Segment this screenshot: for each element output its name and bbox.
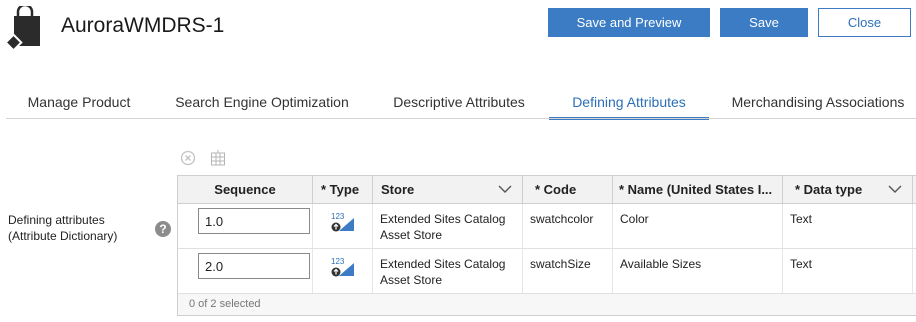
column-header-name[interactable]: * Name (United States I...	[613, 176, 783, 203]
chevron-down-icon[interactable]	[498, 182, 512, 196]
column-header-store[interactable]: Store	[373, 176, 523, 203]
field-label-line2: (Attribute Dictionary)	[8, 229, 118, 243]
svg-text:123: 123	[331, 257, 345, 266]
numeric-type-icon: 123	[331, 257, 354, 277]
column-header-data-type[interactable]: * Data type	[783, 176, 913, 203]
selection-status: 0 of 2 selected	[189, 298, 261, 310]
save-button[interactable]: Save	[720, 8, 808, 37]
chevron-down-icon[interactable]	[888, 182, 902, 196]
store-name-line2: Asset Store	[380, 273, 443, 287]
sequence-cell	[178, 204, 313, 248]
column-header-code[interactable]: * Code	[523, 176, 613, 203]
tab-divider	[6, 118, 916, 119]
column-header-data-type-label: * Data type	[795, 182, 863, 197]
tab-search-engine-optimization[interactable]: Search Engine Optimization	[162, 84, 362, 119]
sequence-input[interactable]	[198, 253, 310, 279]
column-header-sequence[interactable]: Sequence	[178, 176, 313, 203]
store-name-line1: Extended Sites Catalog	[380, 257, 506, 271]
svg-text:123: 123	[331, 212, 345, 221]
type-cell: 123	[313, 249, 373, 293]
grid-footer: 0 of 2 selected	[178, 294, 916, 315]
save-and-preview-button[interactable]: Save and Preview	[548, 8, 710, 37]
tab-descriptive-attributes[interactable]: Descriptive Attributes	[378, 84, 540, 119]
store-bag-logo-icon	[6, 6, 40, 52]
store-name-line1: Extended Sites Catalog	[380, 212, 506, 226]
delete-icon[interactable]	[180, 150, 196, 166]
store-cell: Extended Sites Catalog Asset Store	[373, 249, 523, 293]
type-cell: 123	[313, 204, 373, 248]
code-cell: swatchcolor	[523, 204, 613, 248]
store-cell: Extended Sites Catalog Asset Store	[373, 204, 523, 248]
grid-header: Sequence * Type Store * Code * Name (Uni…	[178, 176, 916, 204]
name-cell: Color	[613, 204, 783, 248]
tab-manage-product[interactable]: Manage Product	[12, 84, 146, 119]
help-icon[interactable]: ?	[155, 221, 171, 237]
store-name-line2: Asset Store	[380, 228, 443, 242]
table-row[interactable]: 123 Extended Sites Catalog Asset Store s…	[178, 249, 916, 294]
close-button[interactable]: Close	[818, 8, 911, 37]
tab-defining-attributes[interactable]: Defining Attributes	[549, 84, 709, 120]
code-cell: swatchSize	[523, 249, 613, 293]
column-header-type[interactable]: * Type	[313, 176, 373, 203]
table-row[interactable]: 123 Extended Sites Catalog Asset Store s…	[178, 204, 916, 249]
numeric-type-icon: 123	[331, 212, 354, 232]
field-label: Defining attributes (Attribute Dictionar…	[8, 212, 117, 244]
page-title: AuroraWMDRS-1	[61, 14, 225, 37]
data-type-cell: Text	[783, 249, 913, 293]
tab-merchandising-associations[interactable]: Merchandising Associations	[724, 84, 912, 119]
field-label-line1: Defining attributes	[8, 213, 105, 227]
name-cell: Available Sizes	[613, 249, 783, 293]
column-header-store-label: Store	[381, 182, 415, 197]
defining-attributes-grid: Sequence * Type Store * Code * Name (Uni…	[177, 175, 916, 316]
column-config-icon[interactable]	[210, 150, 226, 166]
sequence-input[interactable]	[198, 208, 310, 234]
data-type-cell: Text	[783, 204, 913, 248]
tab-bar: Manage Product Search Engine Optimizatio…	[0, 84, 916, 120]
sequence-cell	[178, 249, 313, 293]
